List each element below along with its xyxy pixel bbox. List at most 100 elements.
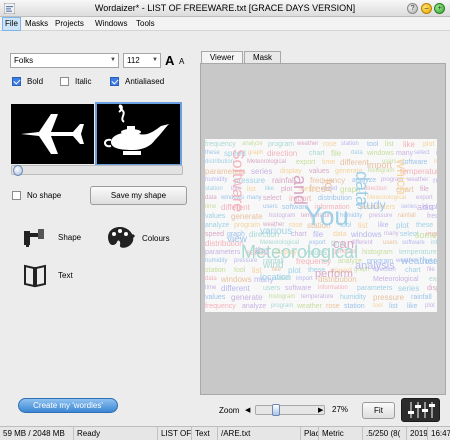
zoom-slider[interactable]: [255, 405, 325, 415]
colours-tool-label: Colours: [142, 233, 170, 243]
decrease-font-button[interactable]: A: [179, 57, 184, 66]
status-count: .5/250 (8(: [363, 427, 407, 440]
cloud-word: these: [416, 222, 434, 229]
cloud-word: parameters: [205, 249, 241, 256]
cloud-word: file: [331, 149, 342, 158]
no-shape-checkbox[interactable]: No shape: [12, 191, 61, 200]
cloud-word: chart: [405, 267, 421, 274]
cloud-word: rose: [433, 176, 437, 185]
checkbox-box: [110, 77, 119, 86]
text-tool-label: Text: [58, 270, 73, 280]
cloud-word: list: [358, 221, 368, 230]
cloud-word: information: [318, 285, 348, 291]
cloud-word: humidity: [340, 294, 367, 301]
cloud-word: rose: [326, 303, 340, 310]
shape-tool-icon: [24, 229, 44, 247]
zoom-label: Zoom: [219, 406, 240, 415]
checkbox-box: [12, 77, 21, 86]
colours-tool-button[interactable]: Colours: [106, 225, 170, 251]
menu-projects[interactable]: Projects: [53, 17, 86, 31]
shape-scrollbar[interactable]: [11, 165, 183, 175]
help-button[interactable]: ?: [407, 3, 418, 14]
cloud-word: different: [340, 158, 369, 167]
cloud-word: many: [384, 231, 399, 237]
cloud-word: frequency: [427, 213, 437, 220]
zoom-in-icon[interactable]: ▶: [318, 406, 323, 414]
cloud-word: histogram: [269, 213, 296, 219]
cloud-word: humidity: [205, 177, 228, 183]
cloud-word: histogram: [362, 249, 393, 256]
checkbox-box: [12, 191, 21, 200]
status-text-label: Text: [192, 427, 218, 440]
zoom-slider-thumb[interactable]: [272, 404, 280, 416]
cloud-word: file: [420, 186, 429, 193]
antialiased-checkbox[interactable]: Antialiased: [110, 77, 164, 86]
shape-airplane[interactable]: [11, 104, 94, 164]
fit-button[interactable]: Fit: [362, 402, 395, 419]
cloud-word: many: [396, 150, 414, 157]
cloud-word: import: [436, 150, 437, 157]
create-wordles-button[interactable]: Create my 'wordles': [18, 398, 118, 413]
menu-tools[interactable]: Tools: [134, 17, 157, 31]
mixer-button[interactable]: [401, 398, 440, 422]
save-shape-button[interactable]: Save my shape: [90, 186, 187, 205]
sliders-icon: [408, 402, 435, 418]
cloud-word: values: [205, 294, 226, 301]
cloud-word: wind: [263, 260, 284, 271]
chevron-down-icon: ▼: [152, 57, 158, 63]
cloud-word: graph: [248, 150, 264, 156]
font-family-select[interactable]: Folks ▼: [10, 53, 119, 68]
cloud-word: information: [431, 240, 437, 246]
cloud-word: Software: [229, 149, 246, 213]
cloud-word: station: [205, 186, 223, 192]
chevron-down-icon: ▼: [110, 57, 116, 63]
cloud-word: file: [427, 267, 435, 273]
cloud-word: weather: [297, 303, 322, 310]
cloud-word: Meteorological: [247, 159, 287, 165]
menu-masks[interactable]: Masks: [23, 17, 50, 31]
cloud-word: frequency: [205, 141, 236, 148]
cloud-word: some: [415, 230, 437, 240]
cloud-word: rainfall: [411, 294, 432, 301]
cloud-word: tool: [373, 303, 383, 309]
cloud-word: windows: [367, 150, 394, 157]
cloud-word: weather: [407, 177, 429, 183]
cloud-word: free: [309, 184, 327, 195]
cloud-word: software: [285, 285, 312, 292]
cloud-word: file: [313, 230, 324, 239]
menu-file[interactable]: File: [2, 17, 21, 31]
maximize-icon: +: [437, 5, 442, 12]
cloud-word: display: [427, 285, 437, 292]
status-list: LIST OF: [158, 427, 192, 440]
no-shape-label: No shape: [27, 191, 62, 200]
status-year: 2019: [407, 427, 428, 440]
font-size-value: 112: [127, 56, 140, 65]
cloud-word: list: [385, 141, 394, 148]
cloud-word: plot: [396, 221, 409, 230]
cloud-word: various: [260, 226, 293, 237]
minimize-button[interactable]: –: [421, 3, 432, 14]
shape-tool-label: Shape: [58, 232, 82, 242]
cloud-word: windows: [221, 275, 252, 284]
zoom-out-icon[interactable]: ◀: [245, 406, 250, 414]
cloud-word: select: [414, 150, 430, 156]
cloud-word: pressure: [373, 293, 405, 302]
cloud-word: program: [271, 303, 294, 309]
increase-font-button[interactable]: A: [165, 53, 174, 68]
cloud-word: pressure: [369, 213, 393, 219]
shape-tool-button[interactable]: Shape: [22, 225, 81, 249]
shape-magic-lamp[interactable]: [95, 102, 182, 166]
italic-checkbox[interactable]: Italic: [60, 77, 91, 86]
cloud-word: location: [260, 272, 292, 282]
cloud-word: parameters: [357, 285, 393, 292]
bold-checkbox[interactable]: Bold: [12, 77, 43, 86]
shape-scroll-thumb[interactable]: [13, 165, 23, 176]
cloud-word: station: [341, 141, 359, 147]
menu-windows[interactable]: Windows: [93, 17, 129, 31]
cloud-word: analyze: [205, 222, 230, 229]
cloud-word: direction: [267, 149, 298, 158]
maximize-button[interactable]: +: [434, 3, 445, 14]
cloud-word: perform: [315, 268, 353, 280]
text-tool-button[interactable]: Text: [22, 262, 73, 288]
font-size-select[interactable]: 112 ▼: [123, 53, 161, 68]
